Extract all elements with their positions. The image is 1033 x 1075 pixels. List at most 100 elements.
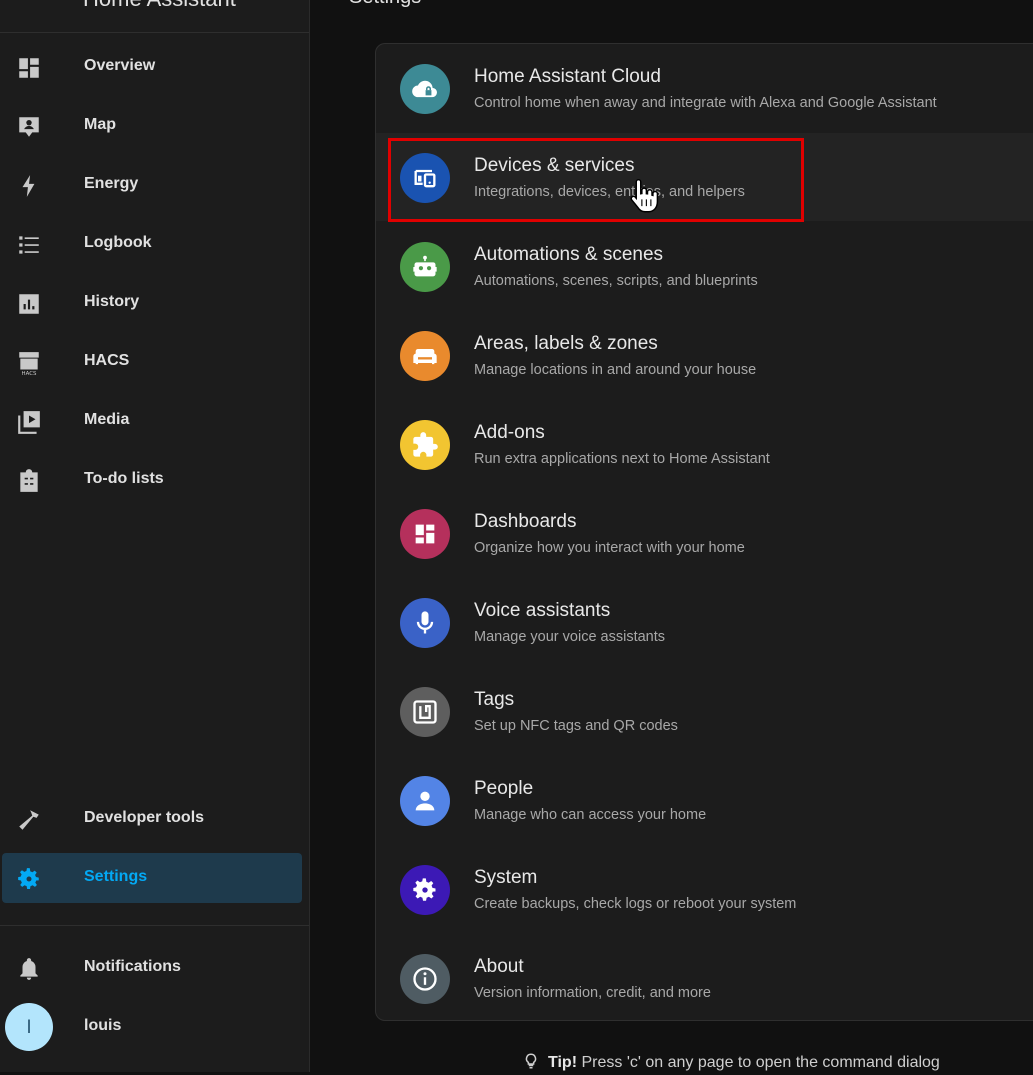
sidebar-item-label: Developer tools [84,809,205,826]
devices-icon [414,169,436,188]
tip-message: Press 'c' on any page to open the comman… [581,1054,940,1071]
sidebar-item-label: Map [84,116,116,133]
settings-row-title: System [474,867,538,888]
settings-row-addons[interactable]: Add-ons Run extra applications next to H… [376,400,1033,488]
settings-card: Home Assistant Cloud Control home when a… [375,43,1033,1021]
settings-row-icon-bg [400,242,450,292]
tip-label: Tip! [548,1054,578,1071]
settings-row-subtitle: Automations, scenes, scripts, and bluepr… [474,273,758,289]
settings-row-subtitle: Run extra applications next to Home Assi… [474,451,770,467]
settings-row-title: Dashboards [474,511,577,532]
nfc-icon [413,700,437,724]
settings-row-subtitle: Set up NFC tags and QR codes [474,718,678,734]
svg-text:HACS: HACS [22,371,37,376]
settings-row-icon-bg [400,153,450,203]
cloud-lock-icon [412,80,437,98]
settings-row-subtitle: Version information, credit, and more [474,985,711,1001]
app-title: Home Assistant [83,0,236,12]
sidebar-header: Home Assistant [0,0,309,33]
tip-text: Tip! Press 'c' on any page to open the c… [522,1052,940,1072]
logbook-icon [16,232,42,258]
settings-row-subtitle: Manage locations in and around your hous… [474,362,757,378]
settings-row-subtitle: Manage who can access your home [474,807,707,823]
settings-row-title: Areas, labels & zones [474,333,658,354]
sidebar-item-user[interactable]: louis [0,1002,309,1052]
settings-row-subtitle: Integrations, devices, entities, and hel… [474,184,745,200]
settings-row-subtitle: Organize how you interact with your home [474,540,745,556]
settings-row-system[interactable]: System Create backups, check logs or reb… [376,845,1033,933]
bell-icon [16,956,42,982]
settings-row-subtitle: Create backups, check logs or reboot you… [474,896,797,912]
map-icon [16,114,42,140]
sidebar-item-label: HACS [84,352,130,369]
clipboard-list-icon [16,468,42,494]
settings-row-icon-bg [400,64,450,114]
settings-row-icon-bg [400,598,450,648]
settings-row-people[interactable]: People Manage who can access your home [376,756,1033,844]
settings-row-icon-bg [400,865,450,915]
sidebar-item-hacs[interactable]: HACS HACS [0,337,309,387]
dashboard-icon [16,55,42,81]
sidebar-item-label: History [84,293,140,310]
puzzle-icon [413,432,438,457]
settings-row-devices[interactable]: Devices & services Integrations, devices… [376,133,1033,221]
sidebar-item-label: Media [84,411,130,428]
settings-row-title: Tags [474,689,515,710]
settings-row-tags[interactable]: Tags Set up NFC tags and QR codes [376,667,1033,755]
settings-row-icon-bg [400,420,450,470]
media-icon [16,409,42,435]
sidebar-item-map[interactable]: Map [0,101,309,151]
settings-row-title: Automations & scenes [474,244,664,265]
sidebar: Home Assistant Overview Map Energy Logbo… [0,0,310,1072]
settings-row-title: People [474,778,534,799]
sofa-icon [413,349,437,365]
hammer-icon [16,807,42,833]
settings-row-icon-bg [400,954,450,1004]
settings-row-dashboards[interactable]: Dashboards Organize how you interact wit… [376,489,1033,577]
settings-row-title: Devices & services [474,155,635,176]
sidebar-item-media[interactable]: Media [0,396,309,446]
sidebar-item-label: Settings [84,868,148,885]
settings-row-areas[interactable]: Areas, labels & zones Manage locations i… [376,311,1033,399]
sidebar-divider [0,925,309,926]
sidebar-item-overview[interactable]: Overview [0,42,309,92]
sidebar-item-logbook[interactable]: Logbook [0,219,309,269]
sidebar-item-label: Energy [84,175,139,192]
dashboard-icon [415,524,435,544]
sidebar-item-history[interactable]: History [0,278,309,328]
sidebar-item-developer-tools[interactable]: Developer tools [0,794,309,844]
hacs-icon: HACS [16,350,42,376]
settings-row-automations[interactable]: Automations & scenes Automations, scenes… [376,222,1033,310]
gear-icon [413,878,436,901]
lightning-icon [16,173,42,199]
settings-row-subtitle: Manage your voice assistants [474,629,666,645]
sidebar-item-notifications[interactable]: Notifications [0,943,309,993]
microphone-icon [416,611,434,634]
sidebar-item-todo[interactable]: To-do lists [0,455,309,505]
settings-row-voice[interactable]: Voice assistants Manage your voice assis… [376,578,1033,666]
settings-row-about[interactable]: About Version information, credit, and m… [376,934,1033,1020]
settings-row-title: About [474,956,524,977]
robot-icon [413,255,437,277]
user-name: louis [84,1017,122,1034]
settings-row-icon-bg [400,687,450,737]
sidebar-item-energy[interactable]: Energy [0,160,309,210]
menu-icon[interactable] [18,0,40,6]
sidebar-item-settings[interactable]: Settings [2,853,302,903]
settings-row-icon-bg [400,776,450,826]
page-title: Settings [349,0,421,9]
person-icon [415,791,435,811]
settings-row-icon-bg [400,509,450,559]
settings-row-icon-bg [400,331,450,381]
gear-icon [16,866,42,892]
sidebar-item-label: Overview [84,57,156,74]
settings-row-title: Home Assistant Cloud [474,66,661,87]
sidebar-item-label: To-do lists [84,470,164,487]
lightbulb-icon [522,1052,540,1070]
settings-row-subtitle: Control home when away and integrate wit… [474,95,937,111]
settings-row-title: Voice assistants [474,600,611,621]
settings-row-cloud[interactable]: Home Assistant Cloud Control home when a… [376,44,1033,132]
sidebar-item-label: Logbook [84,234,152,251]
settings-row-title: Add-ons [474,422,545,443]
info-icon [413,967,437,991]
